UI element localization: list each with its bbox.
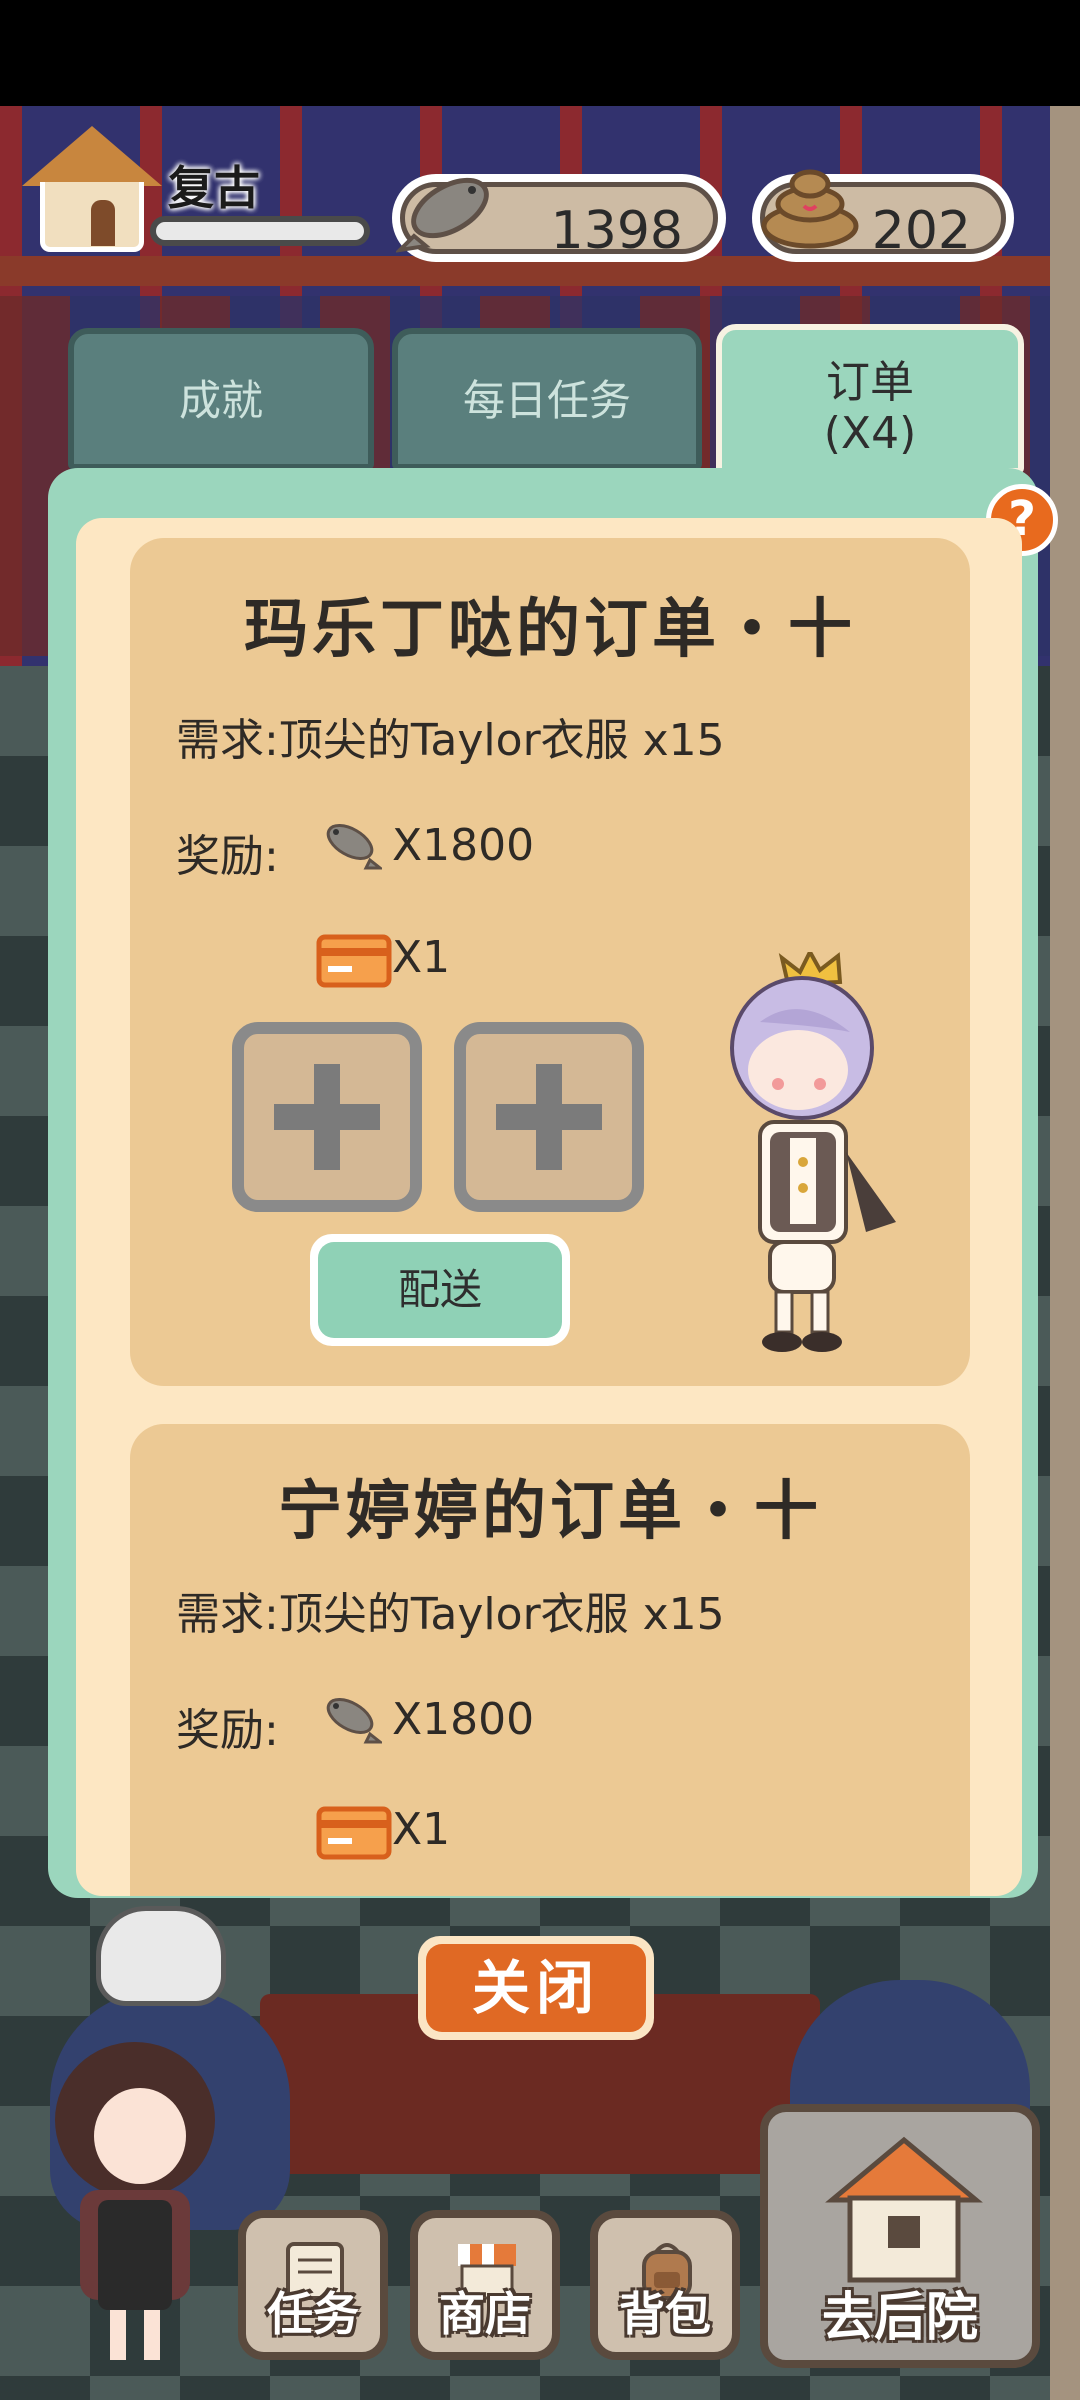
- tab-achievements[interactable]: 成就: [68, 328, 374, 470]
- order-requirement: 需求:顶尖的Taylor衣服 x15: [176, 715, 725, 766]
- fish-count: 1398: [550, 201, 683, 261]
- orders-list[interactable]: 玛乐丁哒的订单・十 需求:顶尖的Taylor衣服 x15 奖励: X1800 X…: [76, 518, 1022, 1896]
- experience-bar: [150, 216, 370, 246]
- tab-orders-label: 订单: [826, 357, 914, 408]
- customer-character: [730, 952, 896, 1352]
- tab-achievements-label: 成就: [178, 376, 263, 425]
- nav-task-button[interactable]: 任务: [238, 2210, 388, 2360]
- fish-icon: [326, 824, 382, 870]
- fish-icon: [326, 1698, 382, 1744]
- tab-daily-tasks[interactable]: 每日任务: [392, 328, 702, 470]
- nav-shop-label: 商店: [439, 2287, 531, 2341]
- home-house-icon[interactable]: [22, 126, 162, 256]
- close-button-label: 关闭: [426, 1944, 646, 2032]
- close-button[interactable]: 关闭: [418, 1936, 654, 2040]
- reward-label: 奖励:: [176, 1705, 279, 1756]
- order-title: 玛乐丁哒的订单・十: [244, 593, 856, 667]
- tab-orders[interactable]: 订单 (X4): [716, 324, 1024, 474]
- house-door: [91, 200, 115, 246]
- status-bar: [0, 0, 1080, 106]
- item-slot-add[interactable]: [232, 1022, 422, 1212]
- poop-icon: [761, 169, 859, 249]
- backyard-house-icon: [825, 2136, 983, 2283]
- order-card: 玛乐丁哒的订单・十 需求:顶尖的Taylor衣服 x15 奖励: X1800 X…: [130, 538, 970, 1386]
- location-name: 复古: [168, 161, 260, 215]
- reward-card-quantity: X1: [392, 932, 451, 983]
- nav-bag-label: 背包: [619, 2287, 711, 2341]
- nav-task-label: 任务: [267, 2287, 359, 2341]
- tab-orders-count: (X4): [823, 407, 917, 459]
- deliver-button-label: 配送: [318, 1242, 562, 1338]
- reward-fish-quantity: X1800: [392, 820, 535, 871]
- tab-daily-tasks-label: 每日任务: [462, 376, 631, 425]
- shopkeeper-character[interactable]: [40, 2040, 230, 2370]
- poop-count: 202: [871, 201, 971, 261]
- order-requirement: 需求:顶尖的Taylor衣服 x15: [176, 1589, 725, 1640]
- deliver-button[interactable]: 配送: [310, 1234, 570, 1346]
- order-title: 宁婷婷的订单・十: [278, 1475, 822, 1549]
- card-icon: [316, 1806, 392, 1860]
- reward-card-quantity: X1: [392, 1804, 451, 1855]
- nav-shop-button[interactable]: 商店: [410, 2210, 560, 2360]
- house-roof: [22, 126, 162, 186]
- house-body: [40, 182, 144, 252]
- fish-icon: [396, 177, 489, 253]
- nav-backyard-label: 去后院: [821, 2288, 978, 2348]
- order-card: 宁婷婷的订单・十 需求:顶尖的Taylor衣服 x15 奖励: X1800 X1: [130, 1424, 970, 1896]
- nav-backyard-button[interactable]: 去后院: [760, 2104, 1040, 2368]
- nav-bag-button[interactable]: 背包: [590, 2210, 740, 2360]
- card-icon: [316, 934, 392, 988]
- cat-character[interactable]: [96, 1906, 226, 2006]
- item-slot-add[interactable]: [454, 1022, 644, 1212]
- wall-edge: [1050, 106, 1080, 2400]
- reward-fish-quantity: X1800: [392, 1694, 535, 1745]
- reward-label: 奖励:: [176, 831, 279, 882]
